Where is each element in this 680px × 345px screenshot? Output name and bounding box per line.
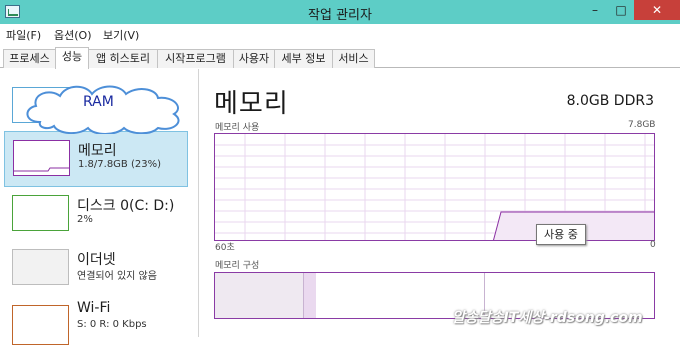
tab-app-history[interactable]: 앱 히스토리 — [88, 49, 158, 68]
tab-users[interactable]: 사용자 — [233, 49, 275, 68]
usage-graph-grid — [215, 134, 654, 240]
x-axis-right-label: 0 — [650, 240, 656, 250]
x-axis-left-label: 60초 — [215, 243, 235, 253]
sidebar-item-title: Wi-Fi — [77, 300, 111, 316]
close-button[interactable]: ✕ — [634, 0, 680, 20]
sidebar-item-wifi[interactable]: Wi-Fi S: 0 R: 0 Kbps — [4, 297, 188, 345]
page-title: 메모리 — [214, 89, 289, 119]
sidebar-item-subtitle: 1.8/7.8GB (23%) — [78, 159, 161, 170]
memory-detail-panel: 메모리 8.0GB DDR3 메모리 사용 7.8GB 60초 0 사용 중 메… — [200, 69, 680, 337]
menu-bar: 파일(F) 옵션(O) 보기(V) — [0, 24, 680, 44]
watermark: 알송달송IT세상-rdsong.com — [452, 310, 643, 326]
wifi-thumbnail — [12, 305, 69, 345]
tab-performance[interactable]: 성능 — [55, 47, 89, 69]
window-title: 작업 관리자 — [308, 8, 372, 23]
sidebar-item-disk[interactable]: 디스크 0(C: D:) 2% — [4, 189, 188, 245]
cloud-label: RAM — [83, 94, 114, 110]
sidebar-item-subtitle: 연결되어 있지 않음 — [77, 271, 157, 282]
composition-label: 메모리 구성 — [215, 261, 260, 271]
sidebar-item-title: 이더넷 — [77, 252, 116, 268]
menu-view[interactable]: 보기(V) — [103, 27, 139, 43]
title-bar: 작업 관리자 – □ ✕ — [0, 0, 680, 24]
menu-options[interactable]: 옵션(O) — [54, 27, 91, 43]
sidebar-item-title: 메모리 — [78, 143, 117, 159]
sidebar-item-title: 디스크 0(C: D:) — [77, 198, 175, 214]
sidebar-item-subtitle: S: 0 R: 0 Kbps — [77, 319, 147, 330]
tab-startup[interactable]: 시작프로그램 — [157, 49, 234, 68]
menu-file[interactable]: 파일(F) — [6, 27, 41, 43]
ethernet-thumbnail — [12, 249, 69, 285]
memory-usage-graph — [214, 133, 655, 241]
tab-bar: 프로세스 성능 앱 히스토리 시작프로그램 사용자 세부 정보 서비스 — [0, 45, 680, 69]
tab-processes[interactable]: 프로세스 — [3, 49, 56, 68]
tab-services[interactable]: 서비스 — [332, 49, 375, 68]
usage-max-label: 7.8GB — [628, 120, 656, 130]
usage-label: 메모리 사용 — [215, 123, 260, 133]
maximize-button[interactable]: □ — [608, 0, 634, 20]
composition-in-use — [215, 273, 304, 318]
minimize-button[interactable]: – — [582, 0, 608, 20]
sidebar-item-ethernet[interactable]: 이더넷 연결되어 있지 않음 — [4, 245, 188, 301]
composition-modified — [304, 273, 316, 318]
memory-thumbnail — [13, 140, 70, 176]
task-manager-window: 작업 관리자 – □ ✕ 파일(F) 옵션(O) 보기(V) 프로세스 성능 앱… — [0, 0, 680, 345]
sidebar-item-memory[interactable]: 메모리 1.8/7.8GB (23%) — [4, 131, 188, 187]
tab-details[interactable]: 세부 정보 — [274, 49, 333, 68]
sidebar-item-subtitle: 2% — [77, 214, 93, 225]
in-use-tooltip: 사용 중 — [536, 224, 586, 245]
memory-spec: 8.0GB DDR3 — [566, 93, 654, 109]
disk-thumbnail — [12, 195, 69, 231]
